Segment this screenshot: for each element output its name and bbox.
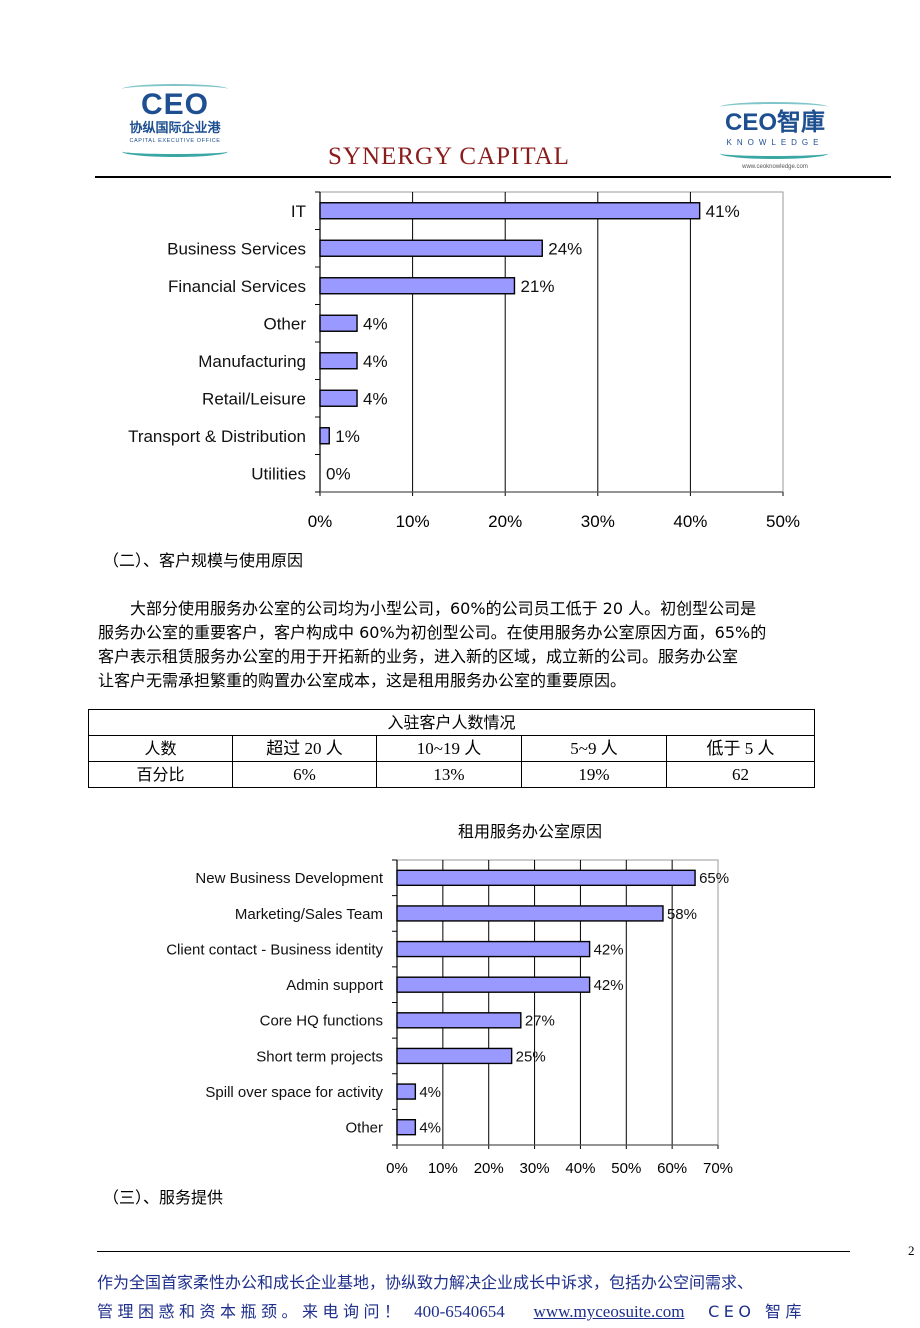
- table-cell: 百分比: [88, 761, 233, 788]
- bar: [396, 1118, 417, 1136]
- data-label: 4%: [419, 1120, 441, 1137]
- data-label: 25%: [516, 1048, 546, 1065]
- footer-line-1: 作为全国首家柔性办公和成长企业基地，协纵致力解决企业成长中诉求，包括办公空间需求…: [97, 1273, 754, 1292]
- paragraph-line: 服务办公室的重要客户，客户构成中 60%为初创型公司。在使用服务办公室原因方面，…: [98, 623, 767, 642]
- x-tick-label: 20%: [488, 512, 522, 531]
- section-heading-2: （二）、客户规模与使用原因: [103, 551, 304, 570]
- category-label: Retail/Leisure: [202, 389, 306, 408]
- category-label: Spill over space for activity: [205, 1084, 383, 1101]
- bar: [319, 352, 358, 370]
- bar: [396, 869, 696, 887]
- body-paragraph: 大部分使用服务办公室的公司均为小型公司，60%的公司员工低于 20 人。初创型公…: [98, 597, 920, 693]
- category-label: IT: [291, 202, 306, 221]
- data-label: 58%: [667, 906, 697, 923]
- data-label: 0%: [326, 464, 351, 483]
- x-tick-label: 40%: [673, 512, 707, 531]
- section-heading-3: （三）、服务提供: [103, 1188, 224, 1207]
- phone-number: 400-6540654: [414, 1302, 505, 1321]
- bar: [396, 940, 591, 958]
- table-cell: 13%: [376, 761, 522, 788]
- footer-prefix: 管理困惑和资本瓶颈。来电询问！: [97, 1302, 405, 1321]
- website-link[interactable]: www.myceosuite.com: [534, 1302, 699, 1321]
- paragraph-line: 大部分使用服务办公室的公司均为小型公司，60%的公司员工低于 20 人。初创型公…: [98, 599, 757, 618]
- category-label: Utilities: [251, 464, 306, 483]
- table-cell: 10~19 人: [376, 735, 522, 762]
- category-label: Admin support: [286, 977, 384, 994]
- bar: [319, 239, 543, 257]
- data-label: 4%: [419, 1084, 441, 1101]
- data-label: 21%: [520, 277, 554, 296]
- data-label: 1%: [335, 427, 360, 446]
- category-label: Business Services: [167, 239, 306, 258]
- x-tick-label: 10%: [428, 1160, 458, 1177]
- x-tick-label: 50%: [766, 512, 800, 531]
- category-label: Core HQ functions: [260, 1013, 383, 1030]
- table-cell: 超过 20 人: [232, 735, 377, 762]
- x-tick-label: 0%: [386, 1160, 408, 1177]
- data-label: 4%: [363, 389, 388, 408]
- category-label: Other: [263, 314, 306, 333]
- table-value-row: 百分比 6% 13% 19% 62: [88, 761, 815, 788]
- table-cell: 19%: [521, 761, 667, 788]
- bar: [396, 1012, 522, 1029]
- x-tick-label: 30%: [520, 1160, 550, 1177]
- footer-divider: [97, 1251, 850, 1252]
- category-label: Transport & Distribution: [128, 427, 306, 446]
- paragraph-line: 让客户无需承担繁重的购置办公室成本，这是租用服务办公室的重要原因。: [98, 671, 627, 690]
- category-label: New Business Development: [195, 870, 383, 887]
- plot-area: [319, 191, 784, 493]
- footer-text: 作为全国首家柔性办公和成长企业基地，协纵致力解决企业成长中诉求，包括办公空间需求…: [97, 1268, 920, 1326]
- x-tick-label: 50%: [611, 1160, 641, 1177]
- data-label: 4%: [363, 352, 388, 371]
- x-tick-label: 70%: [703, 1160, 733, 1177]
- chart-title: 租用服务办公室原因: [457, 822, 602, 841]
- footer-suffix: CEO 智库: [708, 1302, 807, 1321]
- bar: [319, 202, 701, 220]
- category-label: Client contact - Business identity: [166, 941, 383, 958]
- data-label: 65%: [699, 870, 729, 887]
- table-title: 入驻客户人数情况: [88, 709, 815, 736]
- category-label: Short term projects: [256, 1048, 383, 1065]
- paragraph-line: 客户表示租赁服务办公室的用于开拓新的业务，进入新的区域，成立新的公司。服务办公室: [98, 647, 739, 666]
- bar: [396, 1083, 417, 1100]
- bar: [319, 427, 330, 445]
- bar: [319, 277, 516, 295]
- category-label: Marketing/Sales Team: [235, 906, 383, 923]
- x-tick-label: 30%: [581, 512, 615, 531]
- bar: [396, 905, 664, 922]
- bar: [319, 389, 358, 407]
- table-cell: 62: [666, 761, 815, 788]
- table-header-row: 人数 超过 20 人 10~19 人 5~9 人 低于 5 人: [88, 735, 815, 762]
- footer-line-2: 管理困惑和资本瓶颈。来电询问！ 400-6540654 www.myceosui…: [97, 1297, 920, 1326]
- table-cell: 5~9 人: [521, 735, 667, 762]
- table-title-row: 入驻客户人数情况: [88, 709, 815, 736]
- x-tick-label: 40%: [565, 1160, 595, 1177]
- plot-area: [396, 859, 719, 1146]
- category-label: Other: [345, 1120, 383, 1137]
- bar: [396, 976, 591, 993]
- table-cell: 人数: [88, 735, 233, 762]
- data-label: 42%: [594, 941, 624, 958]
- x-tick-label: 0%: [308, 512, 333, 531]
- client-size-table: 入驻客户人数情况 人数 超过 20 人 10~19 人 5~9 人 低于 5 人…: [88, 709, 815, 788]
- category-label: Manufacturing: [198, 352, 306, 371]
- data-label: 42%: [594, 977, 624, 994]
- x-tick-label: 10%: [396, 512, 430, 531]
- page-number: 2: [908, 1243, 915, 1258]
- reasons-bar-chart: 0% 10% 20% 30% 40% 50% 60% 70% New Business Deve…: [166, 859, 733, 1177]
- data-label: 24%: [548, 239, 582, 258]
- category-label: Financial Services: [168, 277, 306, 296]
- bar: [396, 1047, 513, 1065]
- table-cell: 低于 5 人: [666, 735, 815, 762]
- industry-bar-chart: 0% 10% 20% 30% 40% 50% IT 41% Business Services 2…: [128, 191, 800, 531]
- x-tick-label: 20%: [474, 1160, 504, 1177]
- bar: [319, 314, 358, 332]
- x-tick-label: 60%: [657, 1160, 687, 1177]
- data-label: 27%: [525, 1013, 555, 1030]
- table-cell: 6%: [232, 761, 377, 788]
- data-label: 41%: [706, 202, 740, 221]
- data-label: 4%: [363, 314, 388, 333]
